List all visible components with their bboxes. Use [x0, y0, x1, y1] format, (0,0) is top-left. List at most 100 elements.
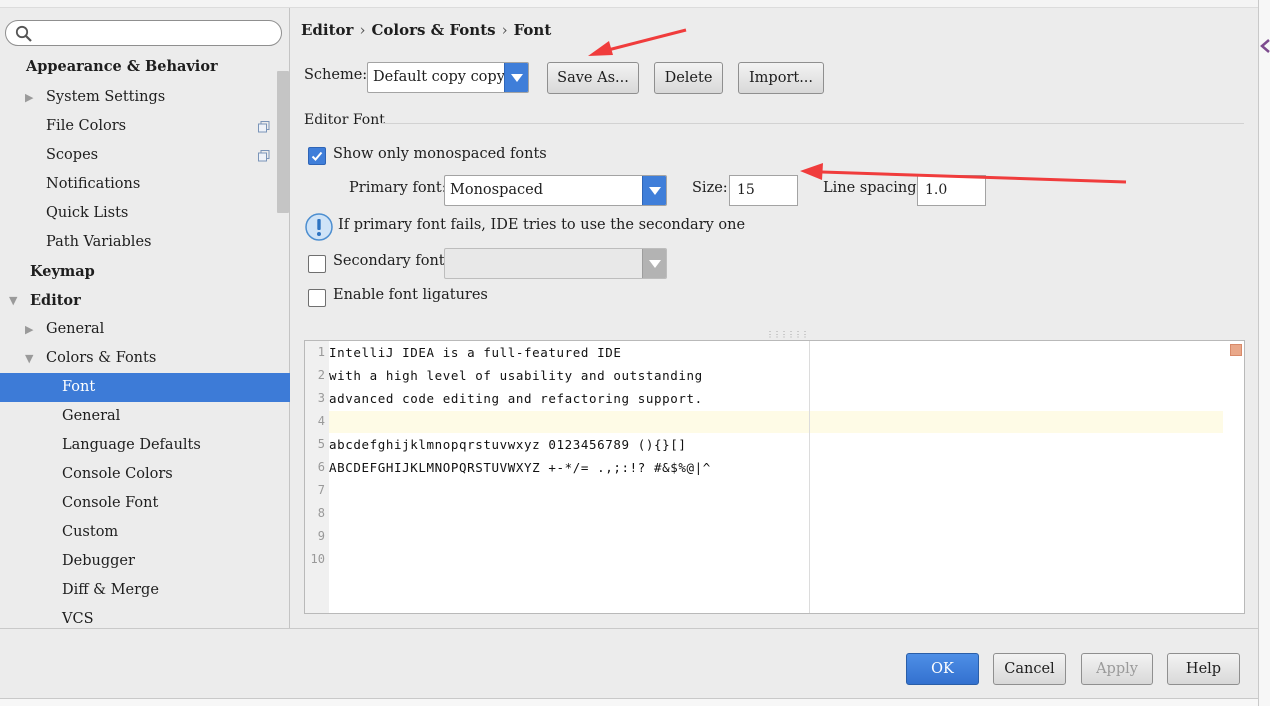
sidebar-item-label: Debugger	[62, 553, 135, 569]
settings-sidebar: Appearance & Behavior ▶ System Settings …	[0, 8, 290, 628]
sidebar-item-notifications[interactable]: Notifications	[0, 170, 290, 199]
splitter-handle[interactable]: ⋮⋮⋮⋮⋮⋮	[766, 331, 809, 339]
project-copy-icon	[258, 121, 270, 133]
sidebar-item-label: Language Defaults	[62, 437, 201, 453]
sidebar-item-debugger[interactable]: Debugger	[0, 547, 290, 576]
apply-button[interactable]: Apply	[1081, 653, 1153, 685]
chevron-down-icon[interactable]	[642, 176, 666, 205]
sidebar-item-label: Custom	[62, 524, 119, 540]
line-number: 4	[317, 414, 325, 428]
error-stripe-marker-icon[interactable]	[1230, 344, 1242, 356]
sidebar-item-label: Diff & Merge	[62, 582, 159, 598]
sidebar-item-label: Font	[62, 379, 96, 395]
delete-button[interactable]: Delete	[654, 62, 723, 94]
line-number: 10	[310, 552, 325, 566]
sidebar-item-console-font[interactable]: Console Font	[0, 489, 290, 518]
search-icon	[15, 25, 32, 42]
sidebar-item-general[interactable]: ▶ General	[0, 315, 290, 344]
sidebar-item-scopes[interactable]: Scopes	[0, 141, 290, 170]
expand-arrow-icon[interactable]: ▶	[25, 315, 37, 344]
sidebar-item-language-defaults[interactable]: Language Defaults	[0, 431, 290, 460]
project-copy-icon	[258, 150, 270, 162]
ligatures-checkbox[interactable]	[308, 289, 326, 307]
sidebar-item-label: Scopes	[46, 147, 99, 163]
secondary-font-checkbox[interactable]	[308, 255, 326, 273]
code-line: ABCDEFGHIJKLMNOPQRSTUVWXYZ +-*/= .,;:!? …	[329, 460, 711, 475]
size-label: Size:	[692, 180, 728, 196]
collapse-arrow-icon[interactable]: ▼	[9, 286, 21, 315]
sidebar-item-font[interactable]: Font	[0, 373, 290, 402]
line-number: 1	[317, 345, 325, 359]
font-size-input[interactable]: 15	[729, 175, 798, 206]
primary-font-dropdown[interactable]: Monospaced	[444, 175, 667, 206]
sidebar-item-label: File Colors	[46, 118, 127, 134]
line-number: 8	[317, 506, 325, 520]
line-number: 2	[317, 368, 325, 382]
sidebar-item-label: General	[62, 408, 121, 424]
line-number: 5	[317, 437, 325, 451]
code-line: advanced code editing and refactoring su…	[329, 391, 703, 406]
sidebar-item-label: Path Variables	[46, 234, 152, 250]
sidebar-item-label: General	[46, 321, 105, 337]
secondary-font-label[interactable]: Secondary font:	[333, 253, 450, 269]
show-monospaced-label[interactable]: Show only monospaced fonts	[333, 146, 547, 162]
help-button[interactable]: Help	[1167, 653, 1240, 685]
line-spacing-label: Line spacing:	[823, 180, 922, 196]
secondary-font-dropdown[interactable]	[444, 248, 667, 279]
cancel-button[interactable]: Cancel	[993, 653, 1066, 685]
sidebar-item-label: Appearance & Behavior	[26, 58, 218, 75]
section-divider	[381, 123, 1244, 124]
sidebar-item-appearance-behavior[interactable]: Appearance & Behavior	[0, 52, 290, 81]
line-number: 9	[317, 529, 325, 543]
sidebar-item-label: Keymap	[30, 263, 95, 280]
sidebar-item-console-colors[interactable]: Console Colors	[0, 460, 290, 489]
primary-font-value: Monospaced	[450, 182, 543, 198]
sidebar-item-label: Quick Lists	[46, 205, 129, 221]
line-number: 7	[317, 483, 325, 497]
sidebar-item-system-settings[interactable]: ▶ System Settings	[0, 83, 290, 112]
dialog-button-bar	[0, 628, 1258, 698]
scheme-dropdown[interactable]: Default copy copy2	[367, 62, 529, 93]
ok-button[interactable]: OK	[906, 653, 979, 685]
sidebar-item-colors-fonts[interactable]: ▼ Colors & Fonts	[0, 344, 290, 373]
sidebar-item-editor[interactable]: ▼ Editor	[0, 286, 290, 315]
sidebar-item-diff-merge[interactable]: Diff & Merge	[0, 576, 290, 605]
primary-font-label: Primary font:	[349, 180, 447, 196]
breadcrumb-separator: ›	[359, 21, 366, 39]
background-window-icon	[1260, 36, 1270, 56]
window-top-strip	[0, 0, 1270, 8]
sidebar-item-keymap[interactable]: Keymap	[0, 257, 290, 286]
sidebar-item-quick-lists[interactable]: Quick Lists	[0, 199, 290, 228]
import-button[interactable]: Import...	[738, 62, 824, 94]
breadcrumb-font: Font	[513, 21, 552, 39]
breadcrumb-editor: Editor	[301, 21, 354, 39]
code-line: abcdefghijklmnopqrstuvwxyz 0123456789 ()…	[329, 437, 687, 452]
breadcrumb: Editor › Colors & Fonts › Font	[301, 21, 551, 39]
sidebar-item-custom[interactable]: Custom	[0, 518, 290, 547]
caret-row-highlight	[329, 411, 1223, 433]
search-field[interactable]	[5, 20, 282, 46]
sidebar-item-colors-general[interactable]: General	[0, 402, 290, 431]
sidebar-item-label: Editor	[30, 292, 81, 309]
breadcrumb-colors-fonts: Colors & Fonts	[371, 21, 496, 39]
window-right-edge	[1258, 0, 1270, 706]
font-preview-editor[interactable]: 1 IntelliJ IDEA is a full-featured IDE 2…	[304, 340, 1245, 614]
ligatures-label[interactable]: Enable font ligatures	[333, 287, 488, 303]
collapse-arrow-icon[interactable]: ▼	[25, 344, 37, 373]
right-margin-guide	[809, 341, 810, 613]
sidebar-item-label: Console Font	[62, 495, 159, 511]
sidebar-item-path-variables[interactable]: Path Variables	[0, 228, 290, 257]
code-line: IntelliJ IDEA is a full-featured IDE	[329, 345, 622, 360]
scheme-label: Scheme:	[304, 67, 368, 83]
editor-font-section-title: Editor Font	[304, 112, 385, 128]
show-monospaced-checkbox[interactable]	[308, 147, 326, 165]
fallback-info-text: If primary font fails, IDE tries to use …	[338, 217, 746, 233]
checkmark-icon	[311, 151, 323, 161]
chevron-down-icon[interactable]	[504, 63, 528, 92]
sidebar-item-label: System Settings	[46, 89, 166, 105]
expand-arrow-icon[interactable]: ▶	[25, 83, 37, 112]
save-as-button[interactable]: Save As...	[547, 62, 639, 94]
chevron-down-icon[interactable]	[642, 249, 666, 278]
sidebar-item-file-colors[interactable]: File Colors	[0, 112, 290, 141]
line-spacing-input[interactable]: 1.0	[917, 175, 986, 206]
